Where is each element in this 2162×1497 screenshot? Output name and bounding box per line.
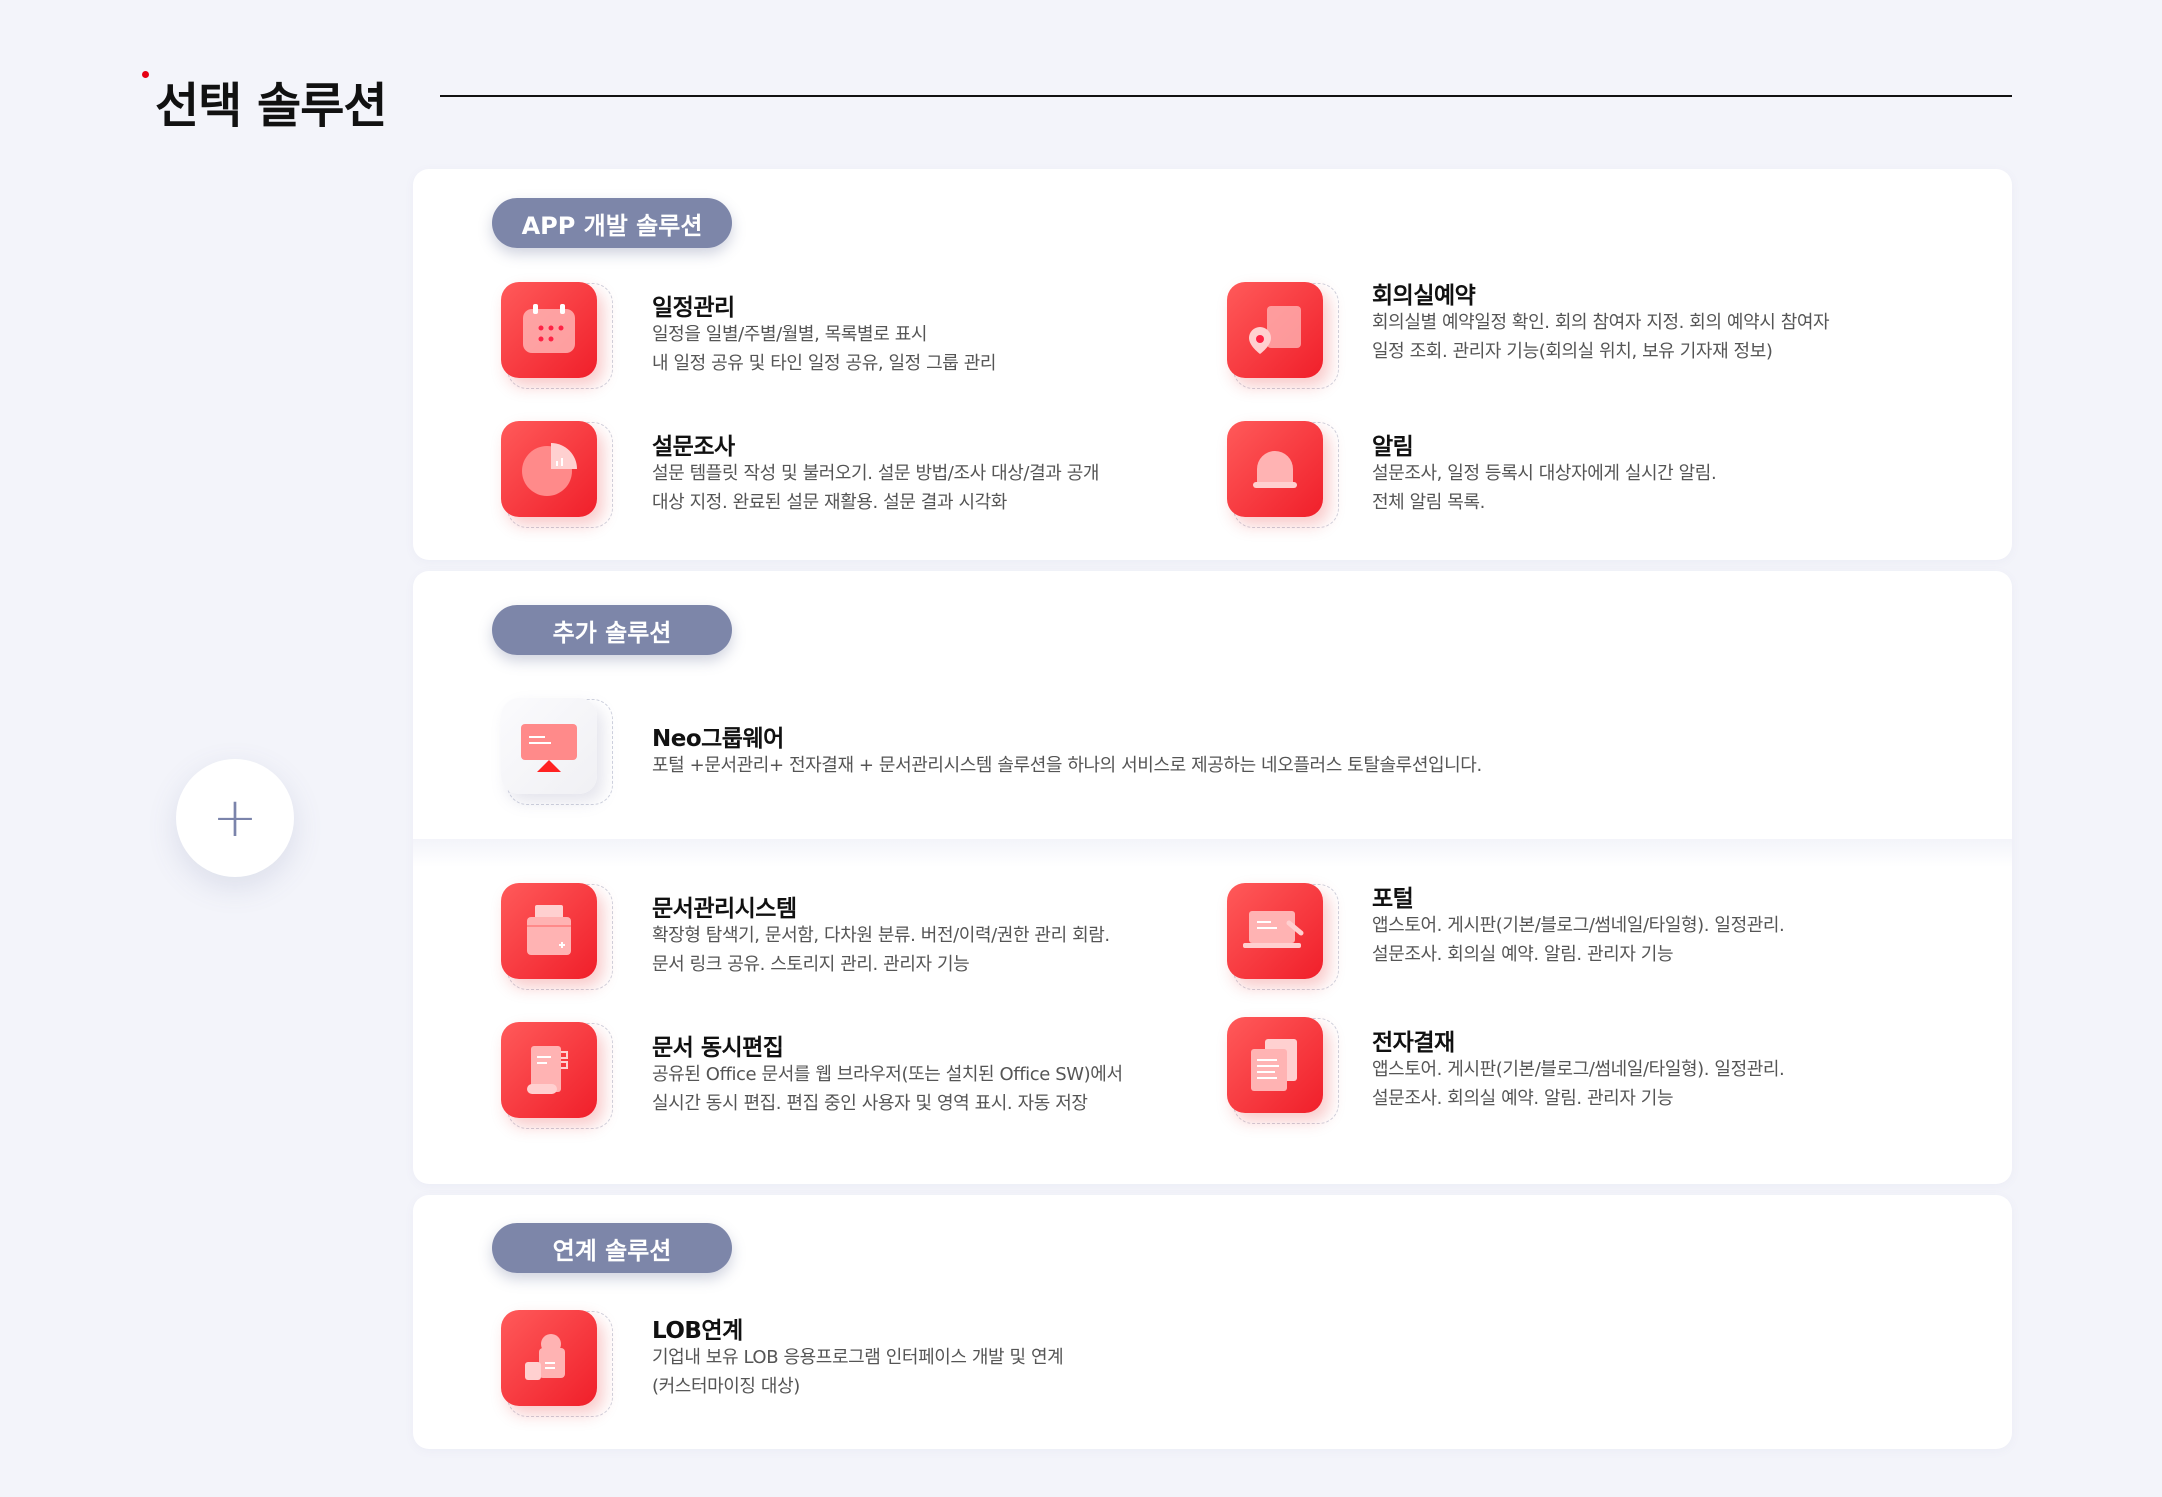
app-solution-pill: APP 개발 솔루션 [492,198,732,248]
monitor-icon [501,698,597,794]
meeting-room-icon [1227,282,1323,378]
item-desc-line: 확장형 탐색기, 문서함, 다차원 분류. 버전/이력/권한 관리 회람. [652,925,1110,946]
item-desc-line: 일정을 일별/주별/월별, 목록별로 표시 [652,324,928,345]
item-desc-line: 실시간 동시 편집. 편집 중인 사용자 및 영역 표시. 자동 저장 [652,1093,1088,1114]
bell-icon [1227,421,1323,517]
approval-docs-icon [1227,1017,1323,1113]
folder-icon [501,883,597,979]
item-title: 포털 [1372,886,1414,912]
document-edit-icon [501,1022,597,1118]
item-desc-line: 포털 +문서관리+ 전자결재 + 문서관리시스템 솔루션을 하나의 서비스로 제… [652,755,1482,776]
item-title: 전자결재 [1372,1030,1455,1056]
item-title: LOB연계 [652,1318,743,1344]
item-desc-line: 앱스토어. 게시판(기본/블로그/썸네일/타일형). 일정관리. [1372,915,1785,936]
item-desc-line: 설문조사. 회의실 예약. 알림. 관리자 기능 [1372,944,1674,965]
title-divider [440,95,2012,97]
item-desc-line: 문서 링크 공유. 스토리지 관리. 관리자 기능 [652,954,970,975]
item-desc-line: 설문조사, 일정 등록시 대상자에게 실시간 알림. [1372,463,1717,484]
item-title: 문서관리시스템 [652,896,797,922]
plus-icon: + [212,786,258,849]
title-dot [142,71,149,78]
page-title: 선택 솔루션 [155,78,388,134]
item-desc-line: 대상 지정. 완료된 설문 재활용. 설문 결과 시각화 [652,492,1007,513]
item-desc-line: 내 일정 공유 및 타인 일정 공유, 일정 그룹 관리 [652,353,997,374]
item-title: Neo그룹웨어 [652,726,784,752]
item-title: 알림 [1372,434,1414,460]
item-desc-line: 일정 조회. 관리자 기능(회의실 위치, 보유 기자재 정보) [1372,341,1773,362]
integration-solution-pill: 연계 솔루션 [492,1223,732,1273]
item-desc-line: 기업내 보유 LOB 응용프로그램 인터페이스 개발 및 연계 [652,1347,1064,1368]
integration-icon [501,1310,597,1406]
item-desc-line: 전체 알림 목록. [1372,492,1485,513]
item-title: 문서 동시편집 [652,1035,784,1061]
integration-solution-card: 연계 솔루션 LOB연계 기업내 보유 LOB 응용프로그램 인터페이스 개발 … [413,1195,2012,1449]
laptop-icon [1227,883,1323,979]
item-desc-line: 설문 템플릿 작성 및 불러오기. 설문 방법/조사 대상/결과 공개 [652,463,1100,484]
item-desc-line: 설문조사. 회의실 예약. 알림. 관리자 기능 [1372,1088,1674,1109]
item-desc-line: (커스터마이징 대상) [652,1376,800,1397]
additional-solution-card: 추가 솔루션 Neo그룹웨어 포털 +문서관리+ 전자결재 + 문서관리시스템 … [413,571,2012,1184]
item-desc-line: 앱스토어. 게시판(기본/블로그/썸네일/타일형). 일정관리. [1372,1059,1785,1080]
item-desc-line: 공유된 Office 문서를 웹 브라우저(또는 설치된 Office SW)에… [652,1064,1123,1085]
pie-chart-icon [501,421,597,517]
item-desc-line: 회의실별 예약일정 확인. 회의 참여자 지정. 회의 예약시 참여자 [1372,312,1830,333]
item-title: 회의실예약 [1372,283,1476,309]
app-solution-card: APP 개발 솔루션 일정관리 일정을 일별/주별/월별, 목록별로 표시 내 … [413,169,2012,560]
calendar-icon [501,282,597,378]
add-solution-button[interactable]: + [176,759,294,877]
additional-solution-pill: 추가 솔루션 [492,605,732,655]
item-title: 설문조사 [652,434,735,460]
item-title: 일정관리 [652,295,735,321]
section-divider [413,839,2012,867]
